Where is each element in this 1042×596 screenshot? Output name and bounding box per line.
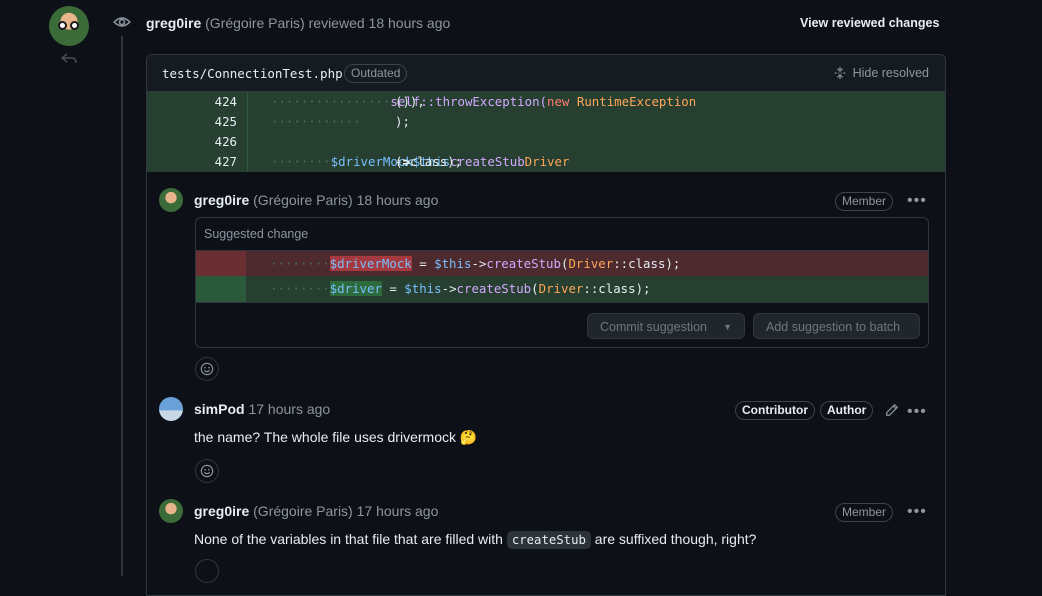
hide-resolved-button[interactable]: Hide resolved [833, 66, 929, 80]
review-author[interactable]: greg0ire [146, 15, 201, 31]
fold-icon [834, 66, 845, 80]
smiley-icon [200, 464, 214, 478]
member-badge: Member [835, 503, 894, 522]
comment-header: greg0ire (Grégoire Paris) 18 hours ago [194, 192, 438, 208]
comment-time[interactable]: 18 hours ago [357, 192, 439, 208]
commit-suggestion-button[interactable]: Commit suggestion ▼ [587, 313, 745, 339]
comment-author[interactable]: greg0ire [194, 503, 249, 519]
timeline-line [121, 36, 123, 576]
review-header: greg0ire (Grégoire Paris) reviewed 18 ho… [146, 15, 450, 31]
author-badge: Author [820, 401, 874, 420]
kebab-menu-icon[interactable]: ••• [907, 404, 927, 420]
code-line: 425 ············); [147, 112, 945, 132]
comment-text: the name? The whole file uses drivermock [194, 429, 456, 445]
code-line: 426 [147, 132, 945, 152]
add-reaction-button[interactable] [195, 357, 219, 381]
review-action: reviewed [308, 15, 365, 31]
avatar[interactable] [159, 397, 183, 421]
smiley-icon [200, 362, 214, 376]
view-reviewed-changes-link[interactable]: View reviewed changes [800, 16, 939, 30]
avatar[interactable] [159, 188, 183, 212]
line-number[interactable]: 424 [203, 92, 237, 112]
comment-author[interactable]: greg0ire [194, 192, 249, 208]
added-line-code: ········$driver = $this->createStub(Driv… [270, 281, 651, 296]
comment-header: greg0ire (Grégoire Paris) 17 hours ago [194, 503, 438, 519]
suggested-change-box: Suggested change ········$driverMock = $… [195, 217, 929, 348]
member-badge: Member [835, 192, 894, 211]
add-suggestion-to-batch-button[interactable]: Add suggestion to batch [753, 313, 920, 339]
comment-text: None of the variables in that file that … [194, 531, 503, 547]
code-text: ················self::throwException(new… [271, 94, 697, 109]
pencil-icon[interactable] [885, 403, 899, 417]
file-path[interactable]: tests/ConnectionTest.php [162, 66, 343, 81]
comment-author[interactable]: simPod [194, 401, 245, 417]
add-reaction-button[interactable] [195, 459, 219, 483]
code-line: 427 ········$driverMock = $this -> createSt… [147, 152, 945, 172]
file-header: tests/ConnectionTest.php Outdated Hide r… [147, 55, 945, 92]
comment-author-fullname: (Grégoire Paris) [253, 503, 353, 519]
kebab-menu-icon[interactable]: ••• [907, 504, 927, 520]
deleted-line-code: ········$driverMock = $this->createStub(… [270, 256, 681, 271]
code-text: ········$driverMock = $this -> createStub(… [271, 154, 570, 169]
suggestion-deleted-line: ········$driverMock = $this->createStub(… [196, 250, 928, 277]
add-reaction-button[interactable] [195, 559, 219, 583]
review-time[interactable]: 18 hours ago [369, 15, 451, 31]
avatar[interactable] [49, 6, 89, 46]
eye-icon [108, 8, 136, 36]
hide-resolved-label: Hide resolved [852, 66, 929, 80]
avatar-eye-icon [58, 21, 67, 30]
kebab-menu-icon[interactable]: ••• [907, 193, 927, 209]
reply-icon[interactable] [61, 53, 77, 65]
comment-header: simPod 17 hours ago [194, 401, 330, 417]
thinking-face-emoji: 🤔 [459, 429, 478, 445]
comment-author-fullname: (Grégoire Paris) [253, 192, 353, 208]
outdated-badge: Outdated [344, 64, 408, 83]
review-author-fullname: (Grégoire Paris) [205, 15, 305, 31]
code-text: ············); [271, 114, 410, 129]
suggestion-added-line: ········$driver = $this->createStub(Driv… [196, 276, 928, 302]
inline-code: createStub [506, 531, 591, 549]
chevron-down-icon: ▼ [723, 322, 732, 332]
code-line: 424 ················self::throwException(… [147, 92, 945, 112]
comment-body: None of the variables in that file that … [194, 531, 757, 549]
line-number[interactable]: 427 [203, 152, 237, 172]
comment-body: the name? The whole file uses drivermock… [194, 429, 477, 446]
line-number[interactable]: 426 [203, 132, 237, 152]
line-number[interactable]: 425 [203, 112, 237, 132]
contributor-badge: Contributor [735, 401, 815, 420]
avatar[interactable] [159, 499, 183, 523]
comment-time[interactable]: 17 hours ago [248, 401, 330, 417]
suggestion-actions: Commit suggestion ▼ Add suggestion to ba… [196, 302, 928, 348]
avatar-eye-icon [70, 21, 79, 30]
commit-suggestion-label: Commit suggestion [600, 320, 707, 334]
review-thread-card: tests/ConnectionTest.php Outdated Hide r… [146, 54, 946, 596]
comment-time[interactable]: 17 hours ago [357, 503, 439, 519]
code-context: 424 ················self::throwException(… [147, 92, 945, 172]
comment-text: are suffixed though, right? [594, 531, 757, 547]
suggested-change-title: Suggested change [204, 227, 309, 241]
